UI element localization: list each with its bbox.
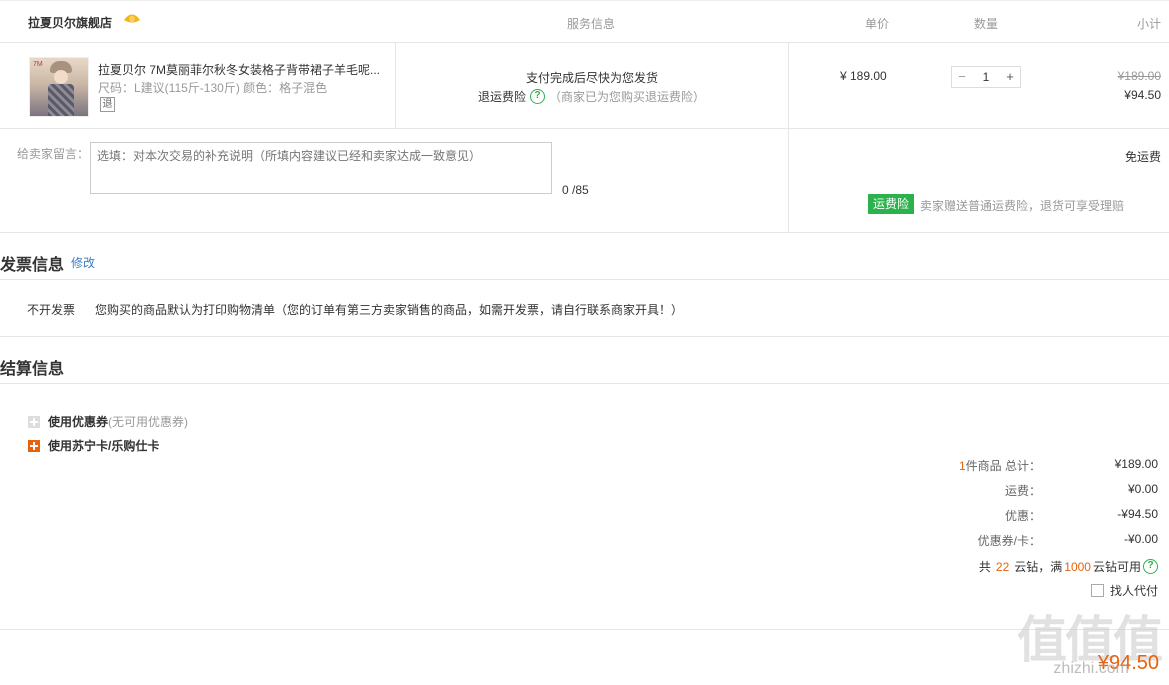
watermark-text: zhizhi.com — [1053, 660, 1129, 677]
coupon-option[interactable]: 使用优惠券 (无可用优惠券) — [28, 413, 188, 430]
column-subtotal: 小计 — [1136, 17, 1161, 31]
coupon-note: (无可用优惠券) — [108, 415, 189, 429]
divider — [0, 383, 1169, 384]
voucher-value: -¥0.00 — [1123, 532, 1158, 546]
agent-pay-option[interactable]: 找人代付 — [1090, 582, 1158, 599]
return-badge: 退 — [100, 97, 115, 112]
cloud-coin-info: 共 22 云钻，满 1000 云钻可用 ? — [979, 558, 1158, 575]
freight-value: ¥0.00 — [1127, 482, 1158, 496]
quantity-input[interactable]: 1 — [972, 67, 1000, 87]
divider — [0, 336, 1169, 337]
insurance-tag: 运费险 — [868, 194, 915, 214]
coin-count: 22 — [995, 559, 1010, 574]
thumbnail-brand-tag: 7M — [33, 61, 43, 68]
goods-total: ¥189.00 — [1114, 457, 1158, 471]
product-spec: 尺码：L建议(115斤-130斤) 颜色：格子混色 — [98, 81, 328, 95]
freight-label: 运费： — [1004, 484, 1041, 498]
shipping-fee: 免运费 — [1124, 150, 1161, 164]
item-count: 1 — [958, 459, 966, 473]
message-char-count: 0 /85 — [562, 183, 589, 197]
seller-message-input[interactable] — [90, 142, 552, 194]
invoice-note: 您购买的商品默认为打印购物清单（您的订单有第三方卖家销售的商品，如需开发票，请自… — [95, 303, 684, 317]
column-unit-price: 单价 — [865, 17, 890, 31]
help-icon[interactable]: ? — [530, 89, 546, 104]
unit-price: ¥ 189.00 — [840, 69, 887, 83]
product-thumbnail[interactable]: 7M — [29, 57, 89, 117]
return-insurance-info: 退运费险 ? （商家已为您购买退运费险） — [478, 88, 705, 105]
invoice-section-title: 发票信息 — [0, 257, 65, 274]
help-icon[interactable]: ? — [1143, 559, 1158, 574]
card-option[interactable]: 使用苏宁卡/乐购仕卡 — [28, 437, 159, 454]
subtotal: ¥94.50 — [1124, 88, 1161, 102]
increase-quantity-button[interactable]: + — [1000, 67, 1020, 87]
card-label: 使用苏宁卡/乐购仕卡 — [48, 439, 160, 453]
settlement-section-title: 结算信息 — [0, 361, 65, 378]
goods-total-label: 1件商品 总计： — [958, 459, 1041, 473]
message-label: 给卖家留言： — [17, 147, 90, 161]
coin-threshold: 1000 — [1064, 559, 1091, 574]
agent-pay-label: 找人代付 — [1109, 584, 1158, 598]
expand-plus-icon[interactable] — [28, 415, 40, 428]
voucher-label: 优惠券/卡： — [977, 534, 1041, 548]
insurance-text: 卖家赠送普通运费险，退货可享受理赔 — [920, 199, 1125, 213]
invoice-type: 不开发票 — [27, 303, 76, 317]
store-badge-icon — [124, 14, 140, 23]
agent-pay-checkbox[interactable] — [1090, 584, 1104, 597]
column-service: 服务信息 — [567, 17, 616, 31]
coupon-label: 使用优惠券 — [48, 415, 109, 429]
expand-plus-icon[interactable] — [28, 439, 40, 452]
invoice-edit-link[interactable]: 修改 — [71, 254, 95, 271]
decrease-quantity-button[interactable]: − — [952, 67, 972, 87]
divider — [0, 279, 1169, 280]
discount-value: -¥94.50 — [1117, 507, 1158, 521]
original-price: ¥189.00 — [1117, 69, 1161, 83]
quantity-stepper: − 1 + — [951, 66, 1021, 88]
shipping-promise: 支付完成后尽快为您发货 — [526, 71, 659, 85]
product-title-link[interactable]: 拉夏贝尔 7M莫丽菲尔秋冬女装格子背带裙子羊毛呢... — [98, 61, 388, 78]
return-insurance-label: 退运费险 — [478, 90, 527, 104]
column-quantity: 数量 — [974, 17, 999, 31]
divider — [395, 43, 396, 129]
divider — [0, 629, 1169, 630]
return-insurance-note: （商家已为您购买退运费险） — [549, 90, 706, 104]
store-name[interactable]: 拉夏贝尔旗舰店 — [28, 14, 112, 31]
discount-label: 优惠： — [1004, 509, 1041, 523]
